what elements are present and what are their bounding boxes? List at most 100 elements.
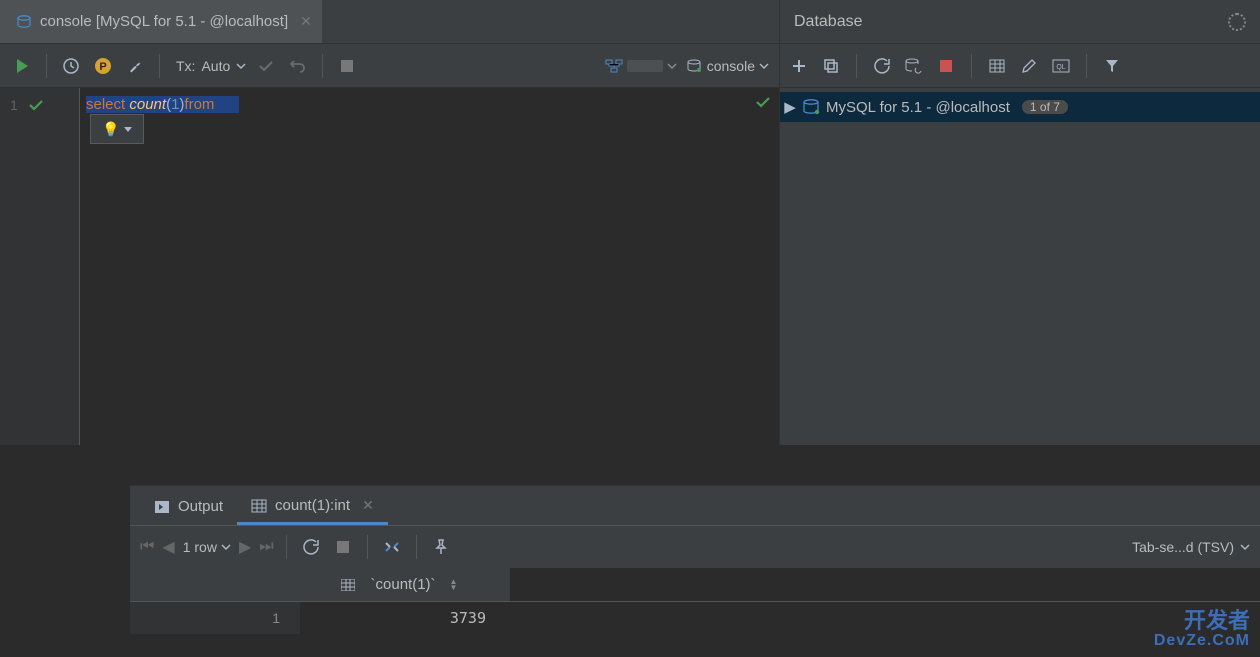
gear-icon[interactable] [1228, 13, 1246, 31]
results-tabs: Output count(1):int ✕ [130, 486, 1260, 526]
line-number: 1 [10, 97, 18, 113]
copy-icon [823, 58, 839, 74]
database-console-icon [16, 14, 32, 30]
database-tree[interactable]: ▶ MySQL for 5.1 - @localhost 1 of 7 [780, 88, 1260, 445]
table-view-button[interactable] [986, 55, 1008, 77]
disconnect-button[interactable] [935, 55, 957, 77]
stop-icon [337, 541, 349, 553]
refresh-button[interactable] [871, 55, 893, 77]
play-icon [17, 59, 28, 73]
chevron-down-icon [236, 61, 246, 71]
column-header-label: `count(1)` [371, 576, 436, 593]
history-icon [62, 57, 80, 75]
console-label: console [707, 58, 755, 74]
export-format-selector[interactable]: Tab-se...d (TSV) [1132, 539, 1250, 555]
console-selector[interactable]: console [685, 58, 769, 74]
svg-text:QL: QL [1056, 64, 1065, 71]
schema-label [627, 60, 663, 72]
table-row[interactable]: 1 3739 [130, 602, 1260, 634]
tx-mode-selector[interactable]: Tx: Auto [176, 58, 246, 74]
settings-button[interactable] [123, 54, 147, 78]
editor-tabs: console [MySQL for 5.1 - @localhost] ✕ [0, 0, 779, 44]
table-icon [989, 59, 1005, 73]
intention-bulb[interactable]: 💡 [90, 114, 144, 144]
results-panel: Output count(1):int ✕ ⏮ ◀ 1 row ▶ ⏭ [130, 485, 1260, 657]
schema-selector[interactable] [605, 59, 677, 73]
edit-button[interactable] [1018, 55, 1040, 77]
next-page-button[interactable]: ▶ [239, 537, 251, 557]
pencil-icon [1021, 58, 1037, 74]
tx-label: Tx: [176, 58, 195, 74]
check-icon [755, 94, 771, 110]
compare-icon [383, 540, 401, 554]
pin-button[interactable] [429, 535, 453, 559]
export-label: Tab-se...d (TSV) [1132, 539, 1234, 555]
filter-button[interactable] [1101, 55, 1123, 77]
chevron-down-icon [124, 127, 132, 132]
output-icon [154, 500, 170, 514]
rollback-button[interactable] [286, 54, 310, 78]
reload-button[interactable] [299, 535, 323, 559]
stop-button[interactable] [335, 54, 359, 78]
chevron-down-icon [667, 61, 677, 71]
run-button[interactable] [10, 54, 34, 78]
stop-icon [341, 60, 353, 72]
pin-icon [434, 539, 448, 555]
cell-value[interactable]: 3739 [300, 609, 500, 627]
chevron-down-icon [221, 542, 231, 552]
row-count-selector[interactable]: 1 row [183, 539, 231, 555]
editor-gutter: 1 [0, 88, 80, 445]
editor-pane: console [MySQL for 5.1 - @localhost] ✕ P… [0, 0, 780, 445]
database-panel-header: Database [780, 0, 1260, 44]
preview-button[interactable]: P [91, 54, 115, 78]
refresh-icon [874, 58, 890, 74]
editor-toolbar: P Tx: Auto [0, 44, 779, 88]
filter-icon [1105, 59, 1119, 73]
duplicate-button[interactable] [820, 55, 842, 77]
results-grid[interactable]: `count(1)` ▲▼ 1 3739 [130, 568, 1260, 657]
last-page-button[interactable]: ⏭ [259, 538, 273, 556]
result-tab[interactable]: count(1):int ✕ [237, 489, 388, 525]
first-page-button[interactable]: ⏮ [140, 538, 154, 556]
datasource-node[interactable]: ▶ MySQL for 5.1 - @localhost 1 of 7 [780, 92, 1260, 122]
results-toolbar: ⏮ ◀ 1 row ▶ ⏭ Tab-se...d (TSV) [130, 526, 1260, 568]
column-header[interactable]: `count(1)` ▲▼ [300, 568, 510, 602]
close-icon[interactable]: ✕ [300, 13, 312, 30]
circle-p-icon: P [94, 57, 112, 75]
compare-button[interactable] [380, 535, 404, 559]
output-tab-label: Output [178, 498, 223, 515]
sql-icon: QL [1052, 59, 1070, 73]
result-tab-label: count(1):int [275, 497, 350, 514]
wrench-icon [126, 57, 144, 75]
cancel-query-button[interactable] [331, 535, 355, 559]
check-icon [257, 57, 275, 75]
add-button[interactable] [788, 55, 810, 77]
editor-area[interactable]: 1 select count(1)from 💡 [0, 88, 779, 445]
sort-icon[interactable]: ▲▼ [450, 579, 458, 591]
expand-arrow-icon[interactable]: ▶ [784, 98, 796, 116]
code-editor[interactable]: select count(1)from 💡 [80, 88, 779, 445]
table-icon [341, 579, 355, 591]
stop-icon [940, 60, 952, 72]
commit-button[interactable] [254, 54, 278, 78]
prev-page-button[interactable]: ◀ [162, 537, 174, 557]
query-console-button[interactable]: QL [1050, 55, 1072, 77]
database-panel-title: Database [794, 13, 863, 31]
datasource-badge: 1 of 7 [1022, 100, 1068, 114]
database-refresh-icon [905, 58, 923, 74]
datasource-label: MySQL for 5.1 - @localhost [826, 99, 1010, 116]
check-icon [28, 97, 44, 113]
editor-tab-label: console [MySQL for 5.1 - @localhost] [40, 13, 288, 30]
tx-mode: Auto [201, 58, 230, 74]
undo-icon [289, 57, 307, 75]
history-button[interactable] [59, 54, 83, 78]
close-icon[interactable]: ✕ [362, 497, 374, 514]
sync-button[interactable] [903, 55, 925, 77]
editor-tab-console[interactable]: console [MySQL for 5.1 - @localhost] ✕ [0, 0, 322, 43]
row-number: 1 [130, 602, 300, 634]
output-tab[interactable]: Output [140, 490, 237, 525]
bulb-icon: 💡 [102, 121, 119, 138]
database-icon [802, 99, 820, 115]
table-icon [251, 499, 267, 513]
chevron-down-icon [759, 61, 769, 71]
